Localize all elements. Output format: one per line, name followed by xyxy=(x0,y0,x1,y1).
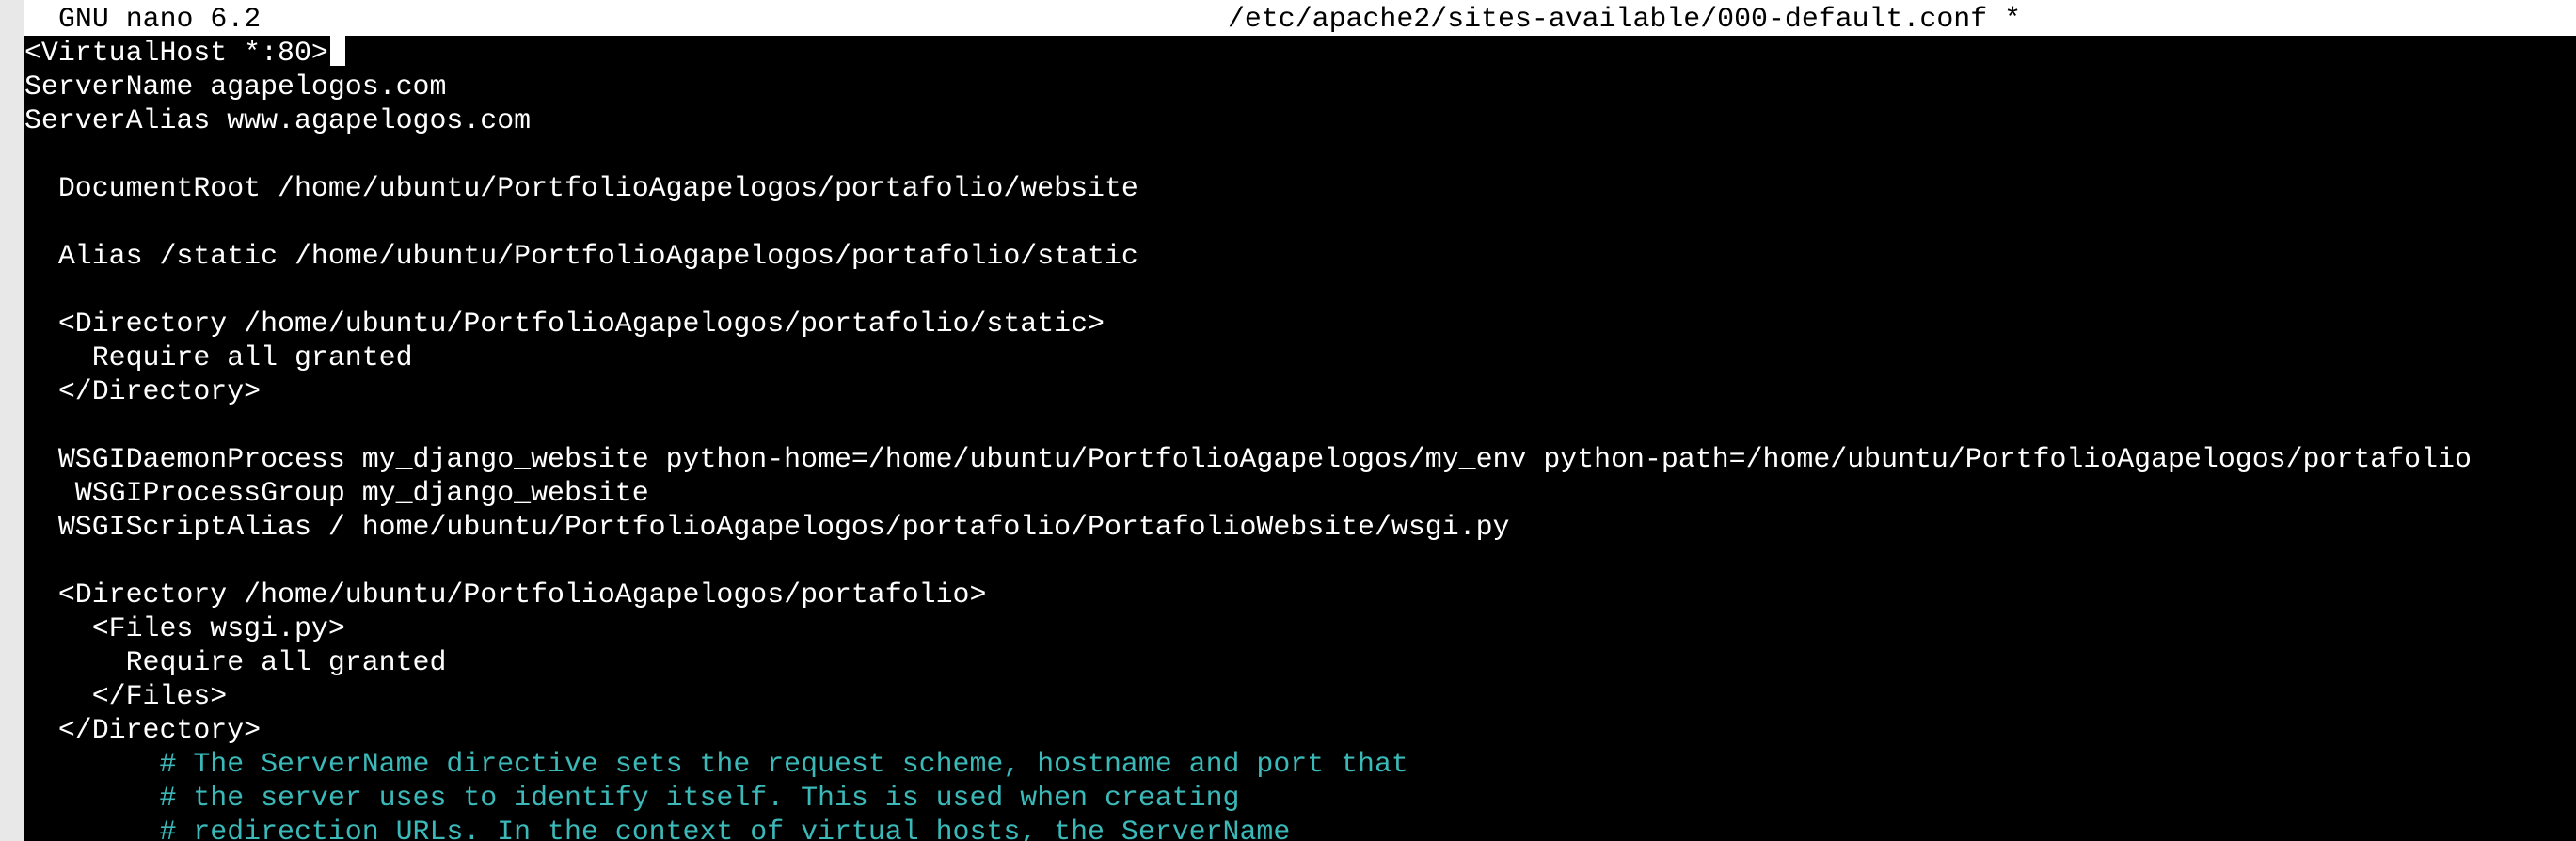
line-text: WSGIScriptAlias / home/ubuntu/PortfolioA… xyxy=(24,511,1510,543)
line-text: ServerAlias www.agapelogos.com xyxy=(24,104,532,136)
editor-text-area[interactable]: <VirtualHost *:80> ServerName agapelogos… xyxy=(24,36,2576,841)
editor-line-15[interactable]: WSGIScriptAlias / home/ubuntu/PortfolioA… xyxy=(24,510,1510,544)
editor-line-22[interactable]: # The ServerName directive sets the requ… xyxy=(24,747,1408,781)
line-text: </Files> xyxy=(24,680,228,712)
line-text: DocumentRoot /home/ubuntu/PortfolioAgape… xyxy=(24,172,1138,204)
line-text: WSGIProcessGroup my_django_website xyxy=(24,477,649,509)
nano-title-bar: GNU nano 6.2 /etc/apache2/sites-availabl… xyxy=(24,0,2576,36)
editor-line-17[interactable]: <Directory /home/ubuntu/PortfolioAgapelo… xyxy=(24,578,987,611)
editor-line-23[interactable]: # the server uses to identify itself. Th… xyxy=(24,781,1240,815)
editor-line-14[interactable]: WSGIProcessGroup my_django_website xyxy=(24,476,649,510)
file-path-title: /etc/apache2/sites-available/000-default… xyxy=(1228,3,2022,35)
line-text: <Directory /home/ubuntu/PortfolioAgapelo… xyxy=(24,579,987,611)
line-text: </Directory> xyxy=(24,714,262,746)
editor-line-13[interactable]: WSGIDaemonProcess my_django_website pyth… xyxy=(24,442,2472,476)
text-cursor xyxy=(329,36,345,66)
editor-line-1[interactable]: <VirtualHost *:80> xyxy=(24,36,345,70)
editor-line-10[interactable]: Require all granted xyxy=(24,341,413,374)
editor-line-19[interactable]: Require all granted xyxy=(24,645,447,679)
window-left-edge xyxy=(0,0,24,841)
line-text: Require all granted xyxy=(24,646,447,678)
line-text: # redirection URLs. In the context of vi… xyxy=(24,816,1291,841)
line-text: WSGIDaemonProcess my_django_website pyth… xyxy=(24,443,2472,475)
editor-line-11[interactable]: </Directory> xyxy=(24,374,261,408)
line-text: # The ServerName directive sets the requ… xyxy=(24,748,1408,780)
editor-line-21[interactable]: </Directory> xyxy=(24,713,261,747)
line-text: <Directory /home/ubuntu/PortfolioAgapelo… xyxy=(24,308,1105,340)
editor-line-5[interactable]: DocumentRoot /home/ubuntu/PortfolioAgape… xyxy=(24,171,1138,205)
editor-line-2[interactable]: ServerName agapelogos.com xyxy=(24,70,446,103)
editor-line-3[interactable]: ServerAlias www.agapelogos.com xyxy=(24,103,531,137)
line-text: # the server uses to identify itself. Th… xyxy=(24,782,1240,814)
editor-line-24[interactable]: # redirection URLs. In the context of vi… xyxy=(24,815,1290,841)
line-text: Alias /static /home/ubuntu/PortfolioAgap… xyxy=(24,240,1138,272)
line-text: </Directory> xyxy=(24,375,262,407)
editor-line-18[interactable]: <Files wsgi.py> xyxy=(24,611,345,645)
editor-line-9[interactable]: <Directory /home/ubuntu/PortfolioAgapelo… xyxy=(24,307,1105,341)
line-text: <Files wsgi.py> xyxy=(24,612,345,644)
line-text: <VirtualHost *:80> xyxy=(24,37,328,69)
line-text: ServerName agapelogos.com xyxy=(24,71,447,103)
editor-line-20[interactable]: </Files> xyxy=(24,679,228,713)
line-text: Require all granted xyxy=(24,341,413,373)
editor-line-7[interactable]: Alias /static /home/ubuntu/PortfolioAgap… xyxy=(24,239,1138,273)
editor-app-name: GNU nano 6.2 xyxy=(58,3,262,35)
